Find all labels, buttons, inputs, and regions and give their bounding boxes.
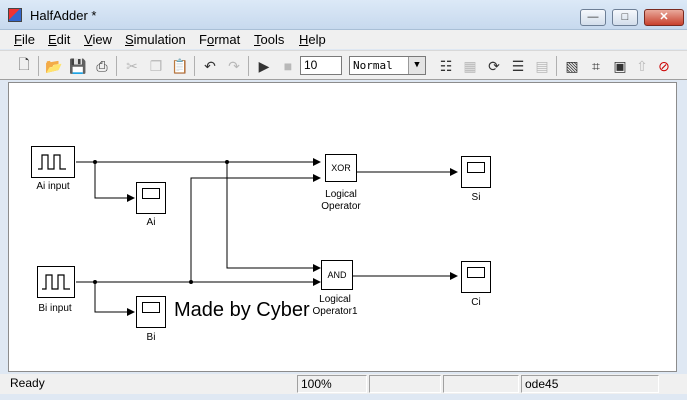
chevron-down-icon[interactable]: ▼ [408, 57, 425, 74]
xor-label-line2: Operator [321, 201, 361, 212]
menu-help[interactable]: Help [299, 32, 326, 47]
new-model-icon[interactable]: 🗋 [14, 56, 34, 76]
toggle-icon[interactable]: ⇧ [632, 56, 652, 76]
ai-input-block[interactable] [31, 146, 75, 178]
menu-view[interactable]: View [84, 32, 112, 47]
menu-format[interactable]: Format [199, 32, 240, 47]
refresh-icon[interactable]: ⟳ [484, 56, 504, 76]
close-button[interactable]: ✕ [644, 9, 684, 26]
cut-icon[interactable]: ✂ [122, 56, 142, 76]
save-icon[interactable]: 💾 [68, 56, 88, 76]
model-canvas[interactable]: Ai input Ai XOR Logical Operator Si Bi i… [8, 82, 677, 372]
xor-gate-text: XOR [331, 163, 351, 173]
maximize-button[interactable]: □ [612, 9, 638, 26]
start-simulation-icon[interactable]: ▶ [254, 56, 274, 76]
simulation-mode-value: Normal [353, 59, 393, 72]
scope-icon [467, 267, 485, 278]
zoom-level: 100% [297, 375, 367, 393]
status-bar: Ready 100% ode45 [0, 374, 687, 394]
redo-icon[interactable]: ↷ [224, 56, 244, 76]
bi-scope-block[interactable] [136, 296, 166, 328]
stop-time-field[interactable]: 10 [300, 56, 342, 75]
simulink-window: HalfAdder * — □ ✕ File Edit View Simulat… [0, 0, 687, 400]
menu-file[interactable]: File [14, 32, 35, 47]
solver-name: ode45 [521, 375, 659, 393]
paste-icon[interactable]: 📋 [170, 56, 190, 76]
si-scope-block[interactable] [461, 156, 491, 188]
and-label-line1: Logical [319, 294, 351, 305]
up-to-parent-icon[interactable]: ▣ [610, 56, 630, 76]
scope-icon [142, 302, 160, 313]
menu-simulation[interactable]: Simulation [125, 32, 186, 47]
pulse-icon [42, 274, 70, 290]
and-gate-text: AND [327, 270, 347, 280]
print-icon[interactable]: ⎙ [92, 56, 112, 76]
status-pane-empty-2 [443, 375, 519, 393]
build-icon[interactable]: ☷ [436, 56, 456, 76]
bi-input-block[interactable] [37, 266, 75, 298]
toolbar: 🗋 📂 💾 ⎙ ✂ ❐ 📋 ↶ ↷ ▶ ■ ☷ ▦ ⟳ ☰ ▤ ▧ ⌗ ▣ ⇧ … [0, 50, 687, 80]
and-gate-block[interactable]: AND [321, 260, 353, 290]
ai-scope-label: Ai [146, 217, 156, 228]
simulation-mode-select[interactable]: Normal ▼ [349, 56, 426, 75]
xor-gate-block[interactable]: XOR [325, 154, 357, 182]
open-icon[interactable]: 📂 [44, 56, 64, 76]
title-bar: HalfAdder * — □ ✕ [0, 0, 687, 30]
library-browser-icon[interactable]: ▤ [532, 56, 552, 76]
status-pane-empty-1 [369, 375, 441, 393]
signal-lines [76, 158, 458, 316]
si-scope-label: Si [471, 192, 481, 203]
menu-edit[interactable]: Edit [48, 32, 70, 47]
minimize-button[interactable]: — [580, 9, 606, 26]
menu-tools[interactable]: Tools [254, 32, 284, 47]
status-text: Ready [10, 376, 45, 390]
build-subsystem-icon[interactable]: ☰ [508, 56, 528, 76]
bi-scope-label: Bi [146, 332, 156, 343]
simulink-app-icon [8, 8, 22, 22]
stop-sign-icon[interactable]: ⊘ [654, 56, 674, 76]
stop-simulation-icon[interactable]: ■ [278, 56, 298, 76]
bi-input-label: Bi input [38, 303, 72, 314]
watermark-text: Made by Cyber [174, 299, 310, 321]
window-title: HalfAdder * [30, 8, 97, 23]
ci-scope-block[interactable] [461, 261, 491, 293]
copy-icon[interactable]: ❐ [146, 56, 166, 76]
menu-bar: File Edit View Simulation Format Tools H… [0, 30, 687, 49]
and-label-line2: Operator1 [312, 306, 358, 317]
undo-icon[interactable]: ↶ [200, 56, 220, 76]
pulse-icon [38, 154, 66, 170]
scope-icon [142, 188, 160, 199]
xor-label-line1: Logical [325, 189, 357, 200]
update-diagram-icon[interactable]: ▦ [460, 56, 480, 76]
ci-scope-label: Ci [471, 297, 481, 308]
ai-input-label: Ai input [36, 181, 70, 192]
model-explorer-icon[interactable]: ▧ [562, 56, 582, 76]
scope-icon [467, 162, 485, 173]
debugger-icon[interactable]: ⌗ [586, 56, 606, 76]
ai-scope-block[interactable] [136, 182, 166, 214]
